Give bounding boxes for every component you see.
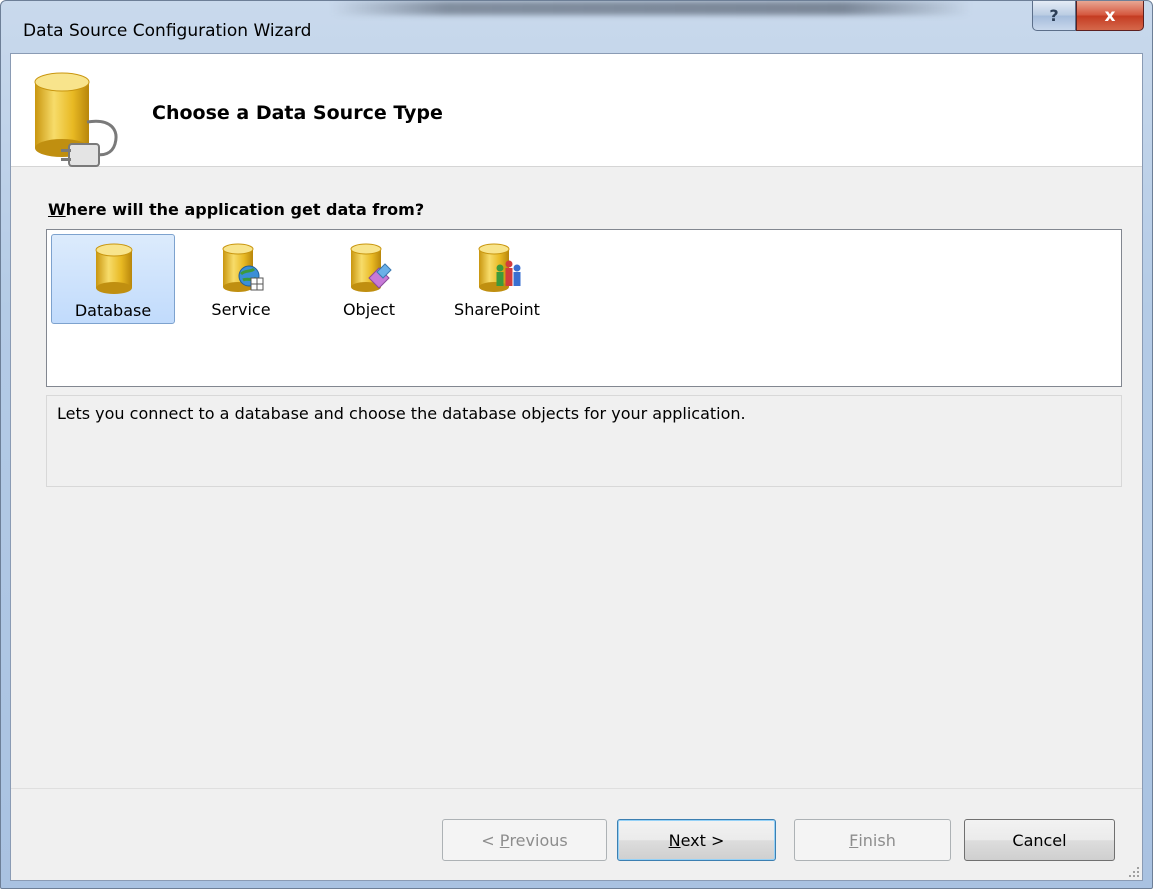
previous-button[interactable]: < Previous bbox=[442, 819, 607, 861]
previous-label: revious bbox=[509, 830, 568, 850]
next-button[interactable]: Next > bbox=[617, 819, 776, 861]
previous-prefix: < bbox=[481, 830, 500, 850]
source-item-sharepoint[interactable]: SharePoint bbox=[435, 234, 559, 324]
resize-grip-icon[interactable] bbox=[1128, 866, 1140, 878]
database-service-icon bbox=[222, 243, 264, 292]
source-item-service[interactable]: Service bbox=[179, 234, 303, 324]
source-item-object[interactable]: Object bbox=[307, 234, 431, 324]
source-item-database[interactable]: Database bbox=[51, 234, 175, 324]
window-title: Data Source Configuration Wizard bbox=[23, 21, 312, 41]
wizard-body: Choose a Data Source Type Where will the… bbox=[10, 53, 1143, 881]
next-accelerator: N bbox=[668, 830, 681, 850]
finish-button[interactable]: Finish bbox=[794, 819, 951, 861]
source-label: SharePoint bbox=[454, 300, 540, 319]
source-label: Service bbox=[211, 300, 271, 319]
database-icon bbox=[95, 243, 133, 294]
help-button[interactable]: ? bbox=[1032, 1, 1076, 31]
footer-divider bbox=[11, 788, 1142, 789]
page-title: Choose a Data Source Type bbox=[152, 102, 443, 124]
title-bar-glass bbox=[331, 1, 971, 15]
database-object-icon bbox=[350, 243, 392, 292]
close-button[interactable]: x bbox=[1076, 1, 1144, 31]
database-sharepoint-icon bbox=[478, 243, 521, 292]
finish-label: inish bbox=[858, 830, 896, 850]
question-text: here will the application get data from? bbox=[65, 200, 425, 219]
database-plug-icon bbox=[34, 72, 118, 167]
source-label: Object bbox=[342, 300, 396, 319]
title-bar[interactable]: Data Source Configuration Wizard ? x bbox=[1, 1, 1152, 53]
source-description: Lets you connect to a database and choos… bbox=[46, 395, 1122, 487]
help-icon: ? bbox=[1049, 6, 1059, 25]
source-question-label: Where will the application get data from… bbox=[48, 200, 424, 219]
source-label: Database bbox=[74, 301, 152, 320]
next-label: ext > bbox=[680, 830, 725, 850]
close-icon: x bbox=[1104, 5, 1116, 26]
finish-accelerator: F bbox=[849, 830, 859, 850]
previous-accelerator: P bbox=[499, 830, 510, 850]
wizard-window: Data Source Configuration Wizard ? x Cho… bbox=[0, 0, 1153, 889]
question-accelerator: W bbox=[48, 200, 66, 219]
data-source-list[interactable]: Database Service Object SharePoint bbox=[46, 229, 1122, 387]
caption-buttons: ? x bbox=[1032, 1, 1144, 31]
cancel-button[interactable]: Cancel bbox=[964, 819, 1115, 861]
wizard-header: Choose a Data Source Type bbox=[11, 54, 1142, 167]
